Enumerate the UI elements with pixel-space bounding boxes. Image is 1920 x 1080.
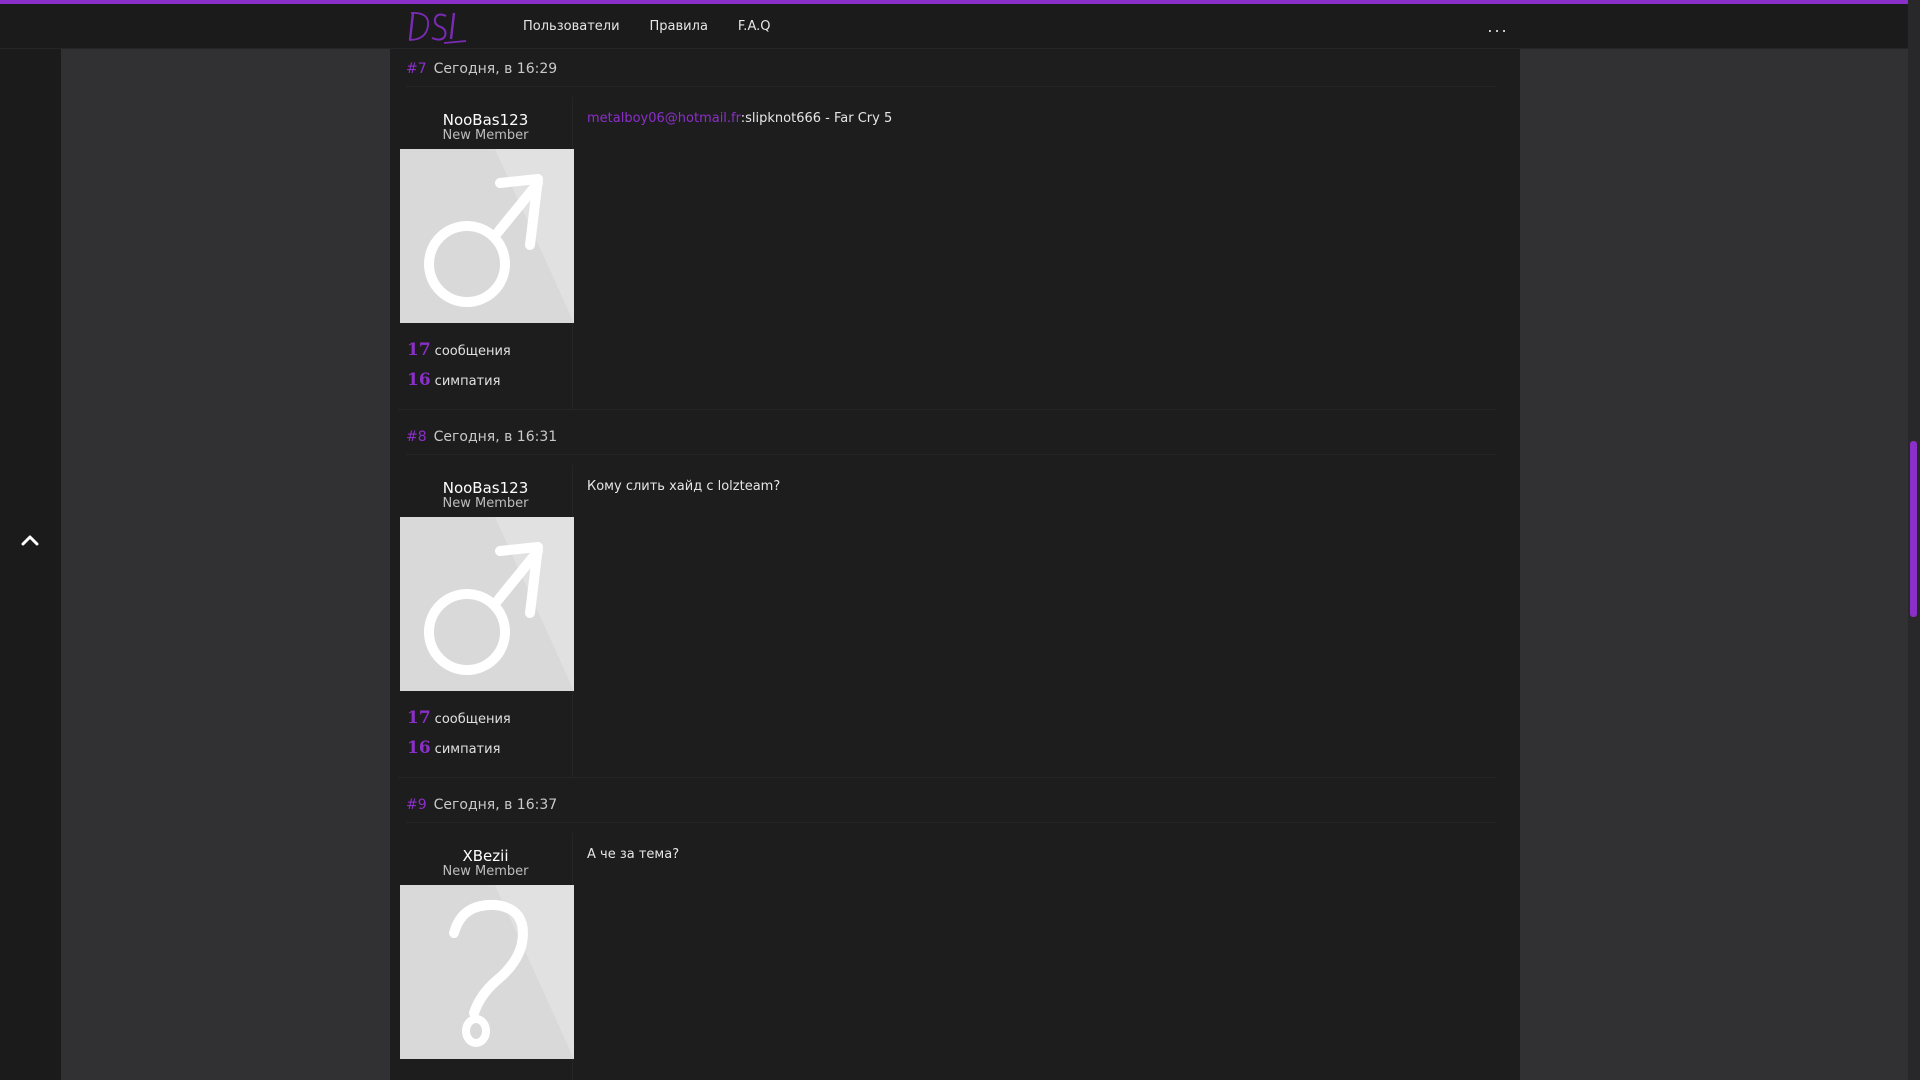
user-info: NooBas123 New Member 17 сообщения 16 сим… (398, 97, 574, 409)
right-side-panel (1520, 0, 1908, 1080)
messages-count: 17 (407, 708, 431, 728)
site-logo[interactable] (406, 7, 468, 45)
message-text: А че за тема? (587, 847, 680, 862)
username-link[interactable]: XBezii (398, 847, 573, 865)
user-title: New Member (442, 496, 529, 511)
message-text: Кому слить хайд с lolzteam? (587, 479, 781, 494)
post-timestamp: Сегодня, в 16:31 (433, 428, 558, 445)
email-link[interactable]: metalboy06@hotmail.fr (587, 111, 741, 126)
more-menu-button[interactable]: ... (1484, 13, 1512, 39)
avatar[interactable] (400, 149, 574, 323)
user-title: New Member (442, 128, 529, 143)
messages-label: сообщения (434, 712, 511, 727)
post-timestamp: Сегодня, в 16:29 (433, 60, 558, 77)
message-text: :slipknot666 - Far Cry 5 (740, 111, 893, 126)
post-number-link[interactable]: #9 (406, 797, 427, 813)
male-symbol-icon (400, 149, 574, 323)
post-message: А че за тема? (587, 847, 679, 862)
post-header: #8 Сегодня, в 16:31 (406, 419, 1496, 455)
question-mark-icon (400, 885, 574, 1059)
left-side-panel (61, 0, 390, 1080)
post-body: NooBas123 New Member 17 сообщения 16 сим… (398, 465, 1496, 778)
likes-count: 16 (407, 738, 431, 758)
post-body: NooBas123 New Member 17 сообщения 16 сим… (398, 97, 1496, 410)
main-nav: Пользователи Правила F.A.Q (523, 4, 770, 49)
username-link[interactable]: NooBas123 (398, 479, 573, 497)
username-link[interactable]: NooBas123 (398, 111, 573, 129)
post-header: #9 Сегодня, в 16:37 (406, 787, 1496, 823)
nav-rules[interactable]: Правила (650, 19, 708, 34)
messages-count: 17 (407, 340, 431, 360)
user-info: NooBas123 New Member 17 сообщения 16 сим… (398, 465, 574, 777)
male-symbol-icon (400, 517, 574, 691)
user-info: XBezii New Member (398, 833, 574, 1080)
likes-label: симпатия (434, 742, 501, 757)
messages-stat: 17 сообщения (407, 708, 511, 728)
scroll-to-top-button[interactable] (18, 528, 42, 552)
scrollbar-thumb[interactable] (1910, 441, 1917, 617)
nav-users[interactable]: Пользователи (523, 19, 620, 34)
messages-stat: 17 сообщения (407, 340, 511, 360)
post-number-link[interactable]: #8 (406, 429, 427, 445)
top-navigation-bar: Пользователи Правила F.A.Q ... (0, 0, 1908, 49)
avatar[interactable] (400, 517, 574, 691)
likes-stat: 16 симпатия (407, 370, 500, 390)
avatar[interactable] (400, 885, 574, 1059)
post-message: metalboy06@hotmail.fr:slipknot666 - Far … (587, 111, 892, 126)
likes-stat: 16 симпатия (407, 738, 500, 758)
nav-faq[interactable]: F.A.Q (738, 19, 771, 34)
post-message: Кому слить хайд с lolzteam? (587, 479, 780, 494)
chevron-up-icon (21, 535, 39, 546)
post-body: XBezii New Member А че за тема? (398, 833, 1496, 1080)
likes-count: 16 (407, 370, 431, 390)
left-rail (0, 0, 61, 1080)
messages-label: сообщения (434, 344, 511, 359)
post-timestamp: Сегодня, в 16:37 (433, 796, 558, 813)
post-header: #7 Сегодня, в 16:29 (406, 51, 1496, 87)
logo-icon (408, 12, 467, 44)
thread-content: #7 Сегодня, в 16:29 NooBas123 New Member… (390, 49, 1520, 1080)
post-number-link[interactable]: #7 (406, 61, 427, 77)
likes-label: симпатия (434, 374, 501, 389)
user-title: New Member (442, 864, 529, 879)
